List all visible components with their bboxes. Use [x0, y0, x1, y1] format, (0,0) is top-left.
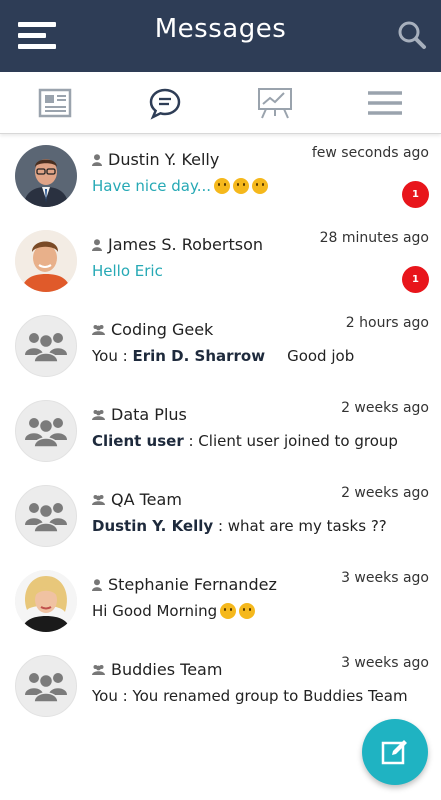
conversation-item[interactable]: Dustin Y. Kelly few seconds ago Have nic… [0, 135, 441, 220]
avatar [15, 145, 77, 207]
timestamp: few seconds ago [311, 145, 429, 161]
emoji-icon [233, 178, 250, 194]
conversation-item[interactable]: James S. Robertson 28 minutes ago Hello … [0, 220, 441, 305]
chat-bubble-icon [149, 88, 181, 120]
group-avatar [15, 485, 77, 547]
last-message: Have nice day... [92, 177, 269, 195]
tab-bar [0, 72, 441, 134]
unread-badge: 1 [402, 181, 429, 208]
search-icon[interactable] [397, 20, 427, 50]
sender-name: Dustin Y. Kelly [92, 517, 214, 535]
emoji-icon [252, 178, 269, 194]
user-icon [92, 578, 102, 591]
contact-name: Dustin Y. Kelly [108, 150, 220, 169]
menu-lines-icon [368, 91, 402, 115]
unread-badge: 1 [402, 266, 429, 293]
message-text: Good job [287, 347, 355, 365]
timestamp: 2 weeks ago [341, 400, 429, 416]
conversation-item[interactable]: Data Plus 2 weeks ago Client user : Clie… [0, 390, 441, 475]
last-message: Dustin Y. Kelly : what are my tasks ?? [92, 517, 387, 535]
timestamp: 2 weeks ago [341, 485, 429, 501]
compose-icon [381, 740, 407, 765]
newspaper-icon [38, 88, 72, 118]
avatar [15, 230, 77, 292]
sender-name: Client user [92, 432, 184, 450]
group-name: Data Plus [111, 405, 187, 424]
group-avatar [15, 315, 77, 377]
emoji-icon [214, 178, 231, 194]
message-text: Hi Good Morning [92, 602, 218, 620]
app-header: Messages [0, 0, 441, 72]
conversation-item[interactable]: Stephanie Fernandez 3 weeks ago Hi Good … [0, 560, 441, 645]
group-icon [25, 418, 67, 448]
group-name: Buddies Team [111, 660, 223, 679]
last-message: Hello Eric [92, 262, 163, 280]
page-title: Messages [154, 14, 287, 44]
conversation-item[interactable]: Buddies Team 3 weeks ago You : You renam… [0, 645, 441, 730]
user-icon [92, 238, 102, 251]
avatar [15, 570, 77, 632]
contact-name: James S. Robertson [108, 235, 264, 254]
group-avatar [15, 400, 77, 462]
group-small-icon [92, 409, 105, 420]
message-text: : Client user joined to group [183, 432, 398, 450]
last-message: Client user : Client user joined to grou… [92, 432, 398, 450]
contact-name: Stephanie Fernandez [108, 575, 277, 594]
conversation-item[interactable]: Coding Geek 2 hours ago You : Erin D. Sh… [0, 305, 441, 390]
last-message: You : Erin D. Sharrow Good job [92, 347, 354, 365]
group-name: Coding Geek [111, 320, 214, 339]
timestamp: 2 hours ago [345, 315, 429, 331]
group-icon [25, 673, 67, 703]
sender-prefix: You : [92, 347, 133, 365]
tab-news[interactable] [0, 72, 110, 134]
last-message: You : You renamed group to Buddies Team [92, 687, 408, 705]
timestamp: 3 weeks ago [341, 655, 429, 671]
compose-button[interactable] [362, 719, 428, 785]
message-text: : what are my tasks ?? [213, 517, 387, 535]
presentation-chart-icon [258, 88, 292, 119]
tab-more[interactable] [330, 72, 440, 134]
group-small-icon [92, 494, 105, 505]
timestamp: 3 weeks ago [341, 570, 429, 586]
emoji-icon [220, 603, 237, 619]
tab-stats[interactable] [220, 72, 330, 134]
group-icon [25, 503, 67, 533]
group-icon [25, 333, 67, 363]
group-avatar [15, 655, 77, 717]
emoji-icon [239, 603, 256, 619]
tab-chat[interactable] [110, 72, 220, 134]
user-icon [92, 153, 102, 166]
last-message: Hi Good Morning [92, 602, 256, 620]
conversation-item[interactable]: QA Team 2 weeks ago Dustin Y. Kelly : wh… [0, 475, 441, 560]
message-text: Have nice day... [92, 177, 212, 195]
group-name: QA Team [111, 490, 182, 509]
timestamp: 28 minutes ago [319, 230, 429, 246]
group-small-icon [92, 664, 105, 675]
group-small-icon [92, 324, 105, 335]
sender-name: Erin D. Sharrow [132, 347, 266, 365]
